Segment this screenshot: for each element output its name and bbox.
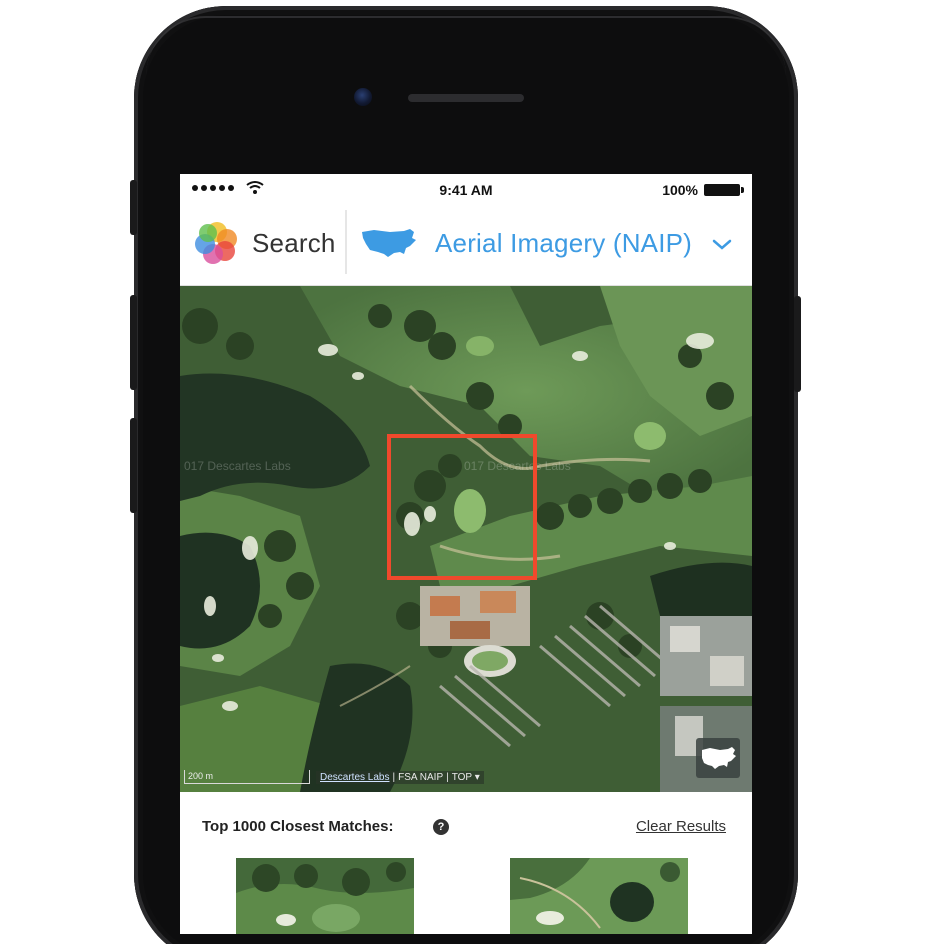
map-attribution: Descartes Labs | FSA NAIP | TOP ▾ (316, 770, 484, 784)
multicolor-petal-logo-icon[interactable] (194, 220, 240, 266)
results-title: Top 1000 Closest Matches: (202, 818, 394, 835)
results-panel: Top 1000 Closest Matches: ? Clear Result… (180, 792, 752, 934)
usa-map-icon[interactable] (360, 226, 418, 260)
earpiece-speaker (408, 94, 524, 102)
battery-percent: 100% (662, 182, 698, 198)
front-camera (354, 88, 372, 106)
usa-map-icon (702, 747, 736, 769)
info-icon[interactable]: ? (433, 819, 449, 835)
layer-option-toggle[interactable]: TOP ▾ (452, 772, 480, 783)
app-header: Search Aerial Imagery (NAIP) (180, 204, 752, 286)
phone-frame-highlight (146, 16, 786, 76)
search-button[interactable]: Search (252, 228, 336, 259)
volume-down-button (130, 418, 137, 513)
volume-up-button (130, 295, 137, 390)
imagery-source: FSA NAIP (398, 771, 444, 783)
clear-results-link[interactable]: Clear Results (636, 818, 726, 835)
power-button (794, 296, 801, 392)
descartes-labs-link[interactable]: Descartes Labs (320, 772, 389, 783)
map-watermark: 017 Descartes Labs (184, 459, 291, 473)
header-divider (345, 210, 347, 274)
chevron-down-icon[interactable] (710, 236, 734, 252)
selected-tile-box[interactable] (387, 434, 537, 580)
result-thumbnail-image (236, 858, 414, 934)
layer-selector[interactable]: Aerial Imagery (NAIP) (435, 228, 692, 259)
map-footer: 200 m Descartes Labs | FSA NAIP | TOP ▾ (184, 768, 484, 786)
aerial-map[interactable]: 017 Descartes Labs 017 Descartes Labs 20… (180, 286, 752, 792)
phone-screen: 9:41 AM 100% Search Aerial Imagery (NAIP… (180, 174, 752, 934)
map-overview-button[interactable] (696, 738, 740, 778)
result-thumbnail[interactable] (236, 858, 414, 934)
result-thumbnail-image (510, 858, 688, 934)
status-bar: 9:41 AM 100% (180, 174, 752, 204)
mute-switch (130, 180, 137, 235)
battery-icon (704, 184, 744, 196)
result-thumbnail[interactable] (510, 858, 688, 934)
scale-bar: 200 m (184, 770, 310, 784)
